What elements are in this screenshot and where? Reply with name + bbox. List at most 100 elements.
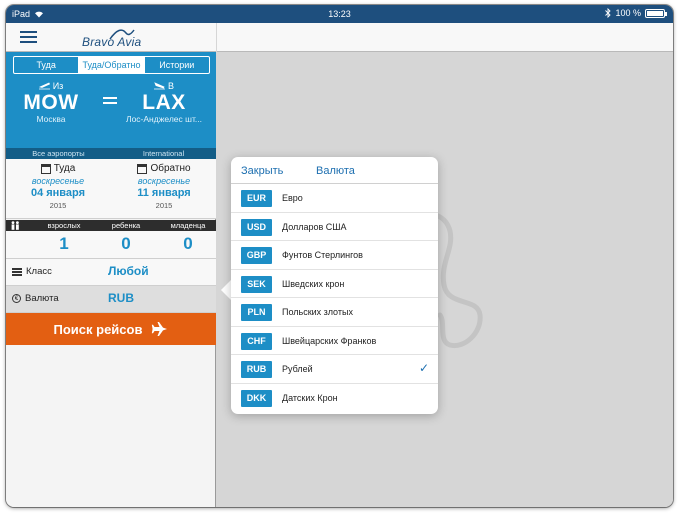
class-row[interactable]: Класс Любой xyxy=(6,259,216,286)
return-year: 2015 xyxy=(155,201,173,210)
currency-item-rub[interactable]: RUB Рублей ✓ xyxy=(231,355,438,384)
currency-code-badge: GBP xyxy=(241,247,272,264)
departure-year: 2015 xyxy=(49,201,67,210)
currency-coin-icon: € xyxy=(12,294,21,303)
destination-airport[interactable]: В LAX Лос-Анджелес шт... xyxy=(116,80,212,124)
status-bar: iPad 13:23 100 % xyxy=(6,5,673,23)
departure-date[interactable]: Туда воскресенье 04 января 2015 xyxy=(8,163,108,210)
departure-weekday: воскресенье xyxy=(31,176,85,186)
plane-landing-icon xyxy=(153,82,165,90)
search-flights-label: Поиск рейсов xyxy=(53,321,143,337)
plane-takeoff-icon xyxy=(38,82,50,90)
status-time: 13:23 xyxy=(328,9,351,19)
currency-list: EUR Евро USD Долларов США GBP Фунтов Сте… xyxy=(231,184,438,412)
battery-icon xyxy=(645,8,667,18)
currency-item-dkk[interactable]: DKK Датских Крон xyxy=(231,384,438,413)
destination-code: LAX xyxy=(142,91,186,114)
currency-label: Валюта xyxy=(25,293,59,304)
currency-item-eur[interactable]: EUR Евро xyxy=(231,184,438,213)
route-section: Туда Туда/Обратно Истории Из MOW Москва xyxy=(6,52,216,148)
currency-value: RUB xyxy=(108,291,134,305)
close-button[interactable]: Закрыть xyxy=(241,165,283,177)
adults-count[interactable]: 1 xyxy=(34,234,94,254)
class-label-group: Класс xyxy=(12,266,52,277)
currency-name: Шведских крон xyxy=(282,278,345,289)
tab-history[interactable]: Истории xyxy=(145,57,209,73)
logo-text: Bravo Avia xyxy=(82,35,142,49)
return-label: Обратно xyxy=(150,163,191,174)
nav-bar: Bravo Avia xyxy=(6,23,216,52)
search-panel: Bravo Avia Туда Туда/Обратно Истории Из … xyxy=(6,23,216,507)
passenger-counts: 1 0 0 xyxy=(6,231,216,259)
ipad-screen: iPad 13:23 100 % Bravo Avia Туда Туда/Об… xyxy=(6,5,673,507)
currency-item-pln[interactable]: PLN Польских злотых xyxy=(231,298,438,327)
children-count[interactable]: 0 xyxy=(96,234,156,254)
trip-type-segmented-control: Туда Туда/Обратно Истории xyxy=(13,56,210,74)
currency-name: Датских Крон xyxy=(282,392,338,403)
class-label: Класс xyxy=(26,266,52,277)
swap-route-icon[interactable] xyxy=(103,97,117,107)
hamburger-menu-icon[interactable] xyxy=(20,31,37,44)
currency-name: Рублей xyxy=(282,364,313,374)
origin-direction-label: Из xyxy=(52,81,64,91)
battery-percent: 100 % xyxy=(615,8,641,18)
return-date[interactable]: Обратно воскресенье 11 января 2015 xyxy=(114,163,214,210)
seat-icon xyxy=(12,267,22,276)
bravo-avia-logo: Bravo Avia xyxy=(82,27,162,49)
currency-name: Евро xyxy=(282,193,303,203)
currency-code-badge: PLN xyxy=(241,304,272,321)
currency-code-badge: SEK xyxy=(241,275,272,293)
departure-date-header: Туда xyxy=(8,163,108,174)
airplane-icon xyxy=(152,322,168,336)
search-flights-button[interactable]: Поиск рейсов xyxy=(6,313,216,345)
currency-item-gbp[interactable]: GBP Фунтов Стерлингов xyxy=(231,241,438,270)
currency-name: Польских злотых xyxy=(282,307,353,317)
return-date-header: Обратно xyxy=(114,163,214,174)
return-day: 11 января xyxy=(137,187,191,199)
destination-direction-label: В xyxy=(167,81,174,91)
destination-airports-label: International xyxy=(142,149,185,158)
tab-one-way[interactable]: Туда xyxy=(14,57,80,73)
destination-city: Лос-Анджелес шт... xyxy=(126,114,202,124)
battery-fill xyxy=(647,10,663,16)
popover-header: Закрыть Валюта xyxy=(231,157,438,184)
passengers-icon xyxy=(11,221,19,230)
currency-code-badge: DKK xyxy=(241,389,272,407)
tab-round-trip[interactable]: Туда/Обратно xyxy=(79,57,145,73)
infants-header: младенца xyxy=(170,221,206,230)
passengers-header: взрослых ребенка младенца xyxy=(6,220,216,231)
currency-item-chf[interactable]: CHF Швейцарских Франков xyxy=(231,327,438,355)
checkmark-icon: ✓ xyxy=(418,361,429,375)
departure-label: Туда xyxy=(53,163,76,174)
currency-code-badge: EUR xyxy=(241,190,272,207)
origin-airports-label: Все аэропорты xyxy=(32,149,85,158)
currency-name: Фунтов Стерлингов xyxy=(282,250,363,260)
currency-name: Долларов США xyxy=(282,221,347,232)
currency-item-usd[interactable]: USD Долларов США xyxy=(231,213,438,241)
calendar-icon xyxy=(40,163,51,174)
origin-code: MOW xyxy=(23,91,79,114)
currency-item-sek[interactable]: SEK Шведских крон xyxy=(231,270,438,298)
detail-nav-bar xyxy=(217,23,673,52)
adults-header: взрослых xyxy=(47,221,81,230)
currency-code-badge: CHF xyxy=(241,332,272,350)
status-right: 100 % xyxy=(605,8,667,18)
class-value: Любой xyxy=(108,264,149,278)
departure-day: 04 января xyxy=(30,187,86,199)
currency-label-group: € Валюта xyxy=(12,293,59,304)
dates-section: Туда воскресенье 04 января 2015 Обратно … xyxy=(6,159,216,219)
origin-city: Москва xyxy=(36,114,66,124)
calendar-icon xyxy=(137,163,148,174)
currency-code-badge: USD xyxy=(241,218,272,236)
infants-count[interactable]: 0 xyxy=(158,234,218,254)
children-header: ребенка xyxy=(111,221,141,230)
origin-airport[interactable]: Из MOW Москва xyxy=(16,80,86,124)
airports-bar: Все аэропорты International xyxy=(6,148,216,159)
popover-arrow xyxy=(221,280,231,300)
currency-name: Швейцарских Франков xyxy=(282,335,377,346)
bluetooth-icon xyxy=(605,8,612,18)
return-weekday: воскресенье xyxy=(137,176,191,186)
currency-code-badge: RUB xyxy=(241,361,272,378)
currency-row[interactable]: € Валюта RUB xyxy=(6,286,216,313)
currency-popover: Закрыть Валюта EUR Евро USD Долларов США… xyxy=(231,157,438,414)
